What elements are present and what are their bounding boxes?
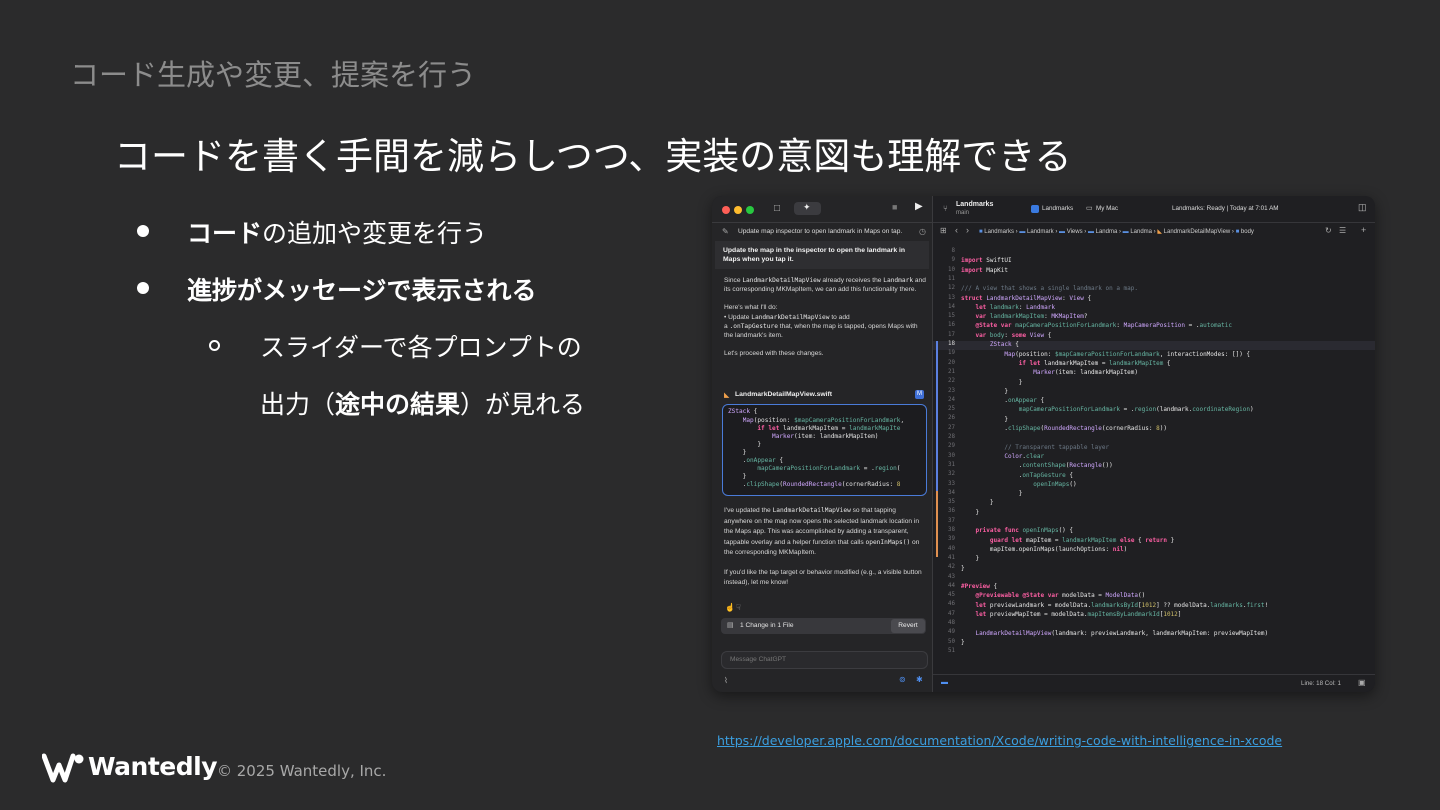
documentation-link[interactable]: https://developer.apple.com/documentatio… [717,733,1282,748]
response-paragraph: Since LandmarkDetailMapView already rece… [724,277,926,294]
changed-file-name[interactable]: LandmarkDetailMapView.swift [735,391,832,398]
back-icon[interactable]: ‹ [955,225,958,235]
changes-bar[interactable]: ▤ 1 Change in 1 File Revert [721,618,926,634]
code-snippet[interactable]: ZStack { Map(position: $mapCameraPositio… [722,404,927,496]
response-paragraph: Here's what I'll do: • Update LandmarkDet… [724,304,918,340]
build-status: Landmarks: Ready | Today at 7:01 AM [1172,205,1279,212]
refresh-icon[interactable]: ↻ [1325,226,1332,235]
assistant-response: Since LandmarkDetailMapView already rece… [724,276,926,367]
section-title: コード生成や変更、提案を行う [70,58,477,92]
message-input[interactable]: Message ChatGPT [721,651,928,669]
copyright: © 2025 Wantedly, Inc. [217,762,387,780]
history-icon[interactable]: ◷ [919,227,926,236]
attach-icon[interactable]: ⌇ [724,676,728,685]
destination-name[interactable]: My Mac [1096,205,1118,212]
branch-name: main [956,210,970,216]
revert-button[interactable]: Revert [891,619,925,633]
modified-badge: M [915,390,924,399]
sub-bullet-line-2: 出力（途中の結果）が見れる [260,390,586,419]
sub-bullet-circle [209,340,220,351]
branch-icon: ⑂ [943,204,948,213]
cursor-position: Line: 18 Col: 1 [1301,680,1341,687]
response-paragraph: Let's proceed with these changes. [724,350,824,358]
editor-panel: ⑂ Landmarks main Landmarks ▭ My Mac Land… [933,196,1375,692]
sub-bullet-line-1: スライダーで各プロンプトの [260,333,582,362]
binoculars-icon[interactable]: ⊚ [899,675,906,684]
swift-file-icon: ◣ [724,392,730,399]
thumbs-down-icon[interactable]: ☟ [736,603,741,612]
debug-area-icon[interactable]: ▬ [941,679,948,686]
bullet-dot [137,282,149,294]
bullet-1: コードの追加や変更を行う [187,219,488,248]
lines-icon[interactable]: ☰ [1339,226,1346,235]
user-prompt: Update the map in the inspector to open … [715,241,929,269]
mac-icon: ▭ [1086,205,1093,212]
sparkle-button[interactable]: ✦ [794,202,821,215]
grid-icon[interactable]: ⊞ [940,226,947,235]
changes-count: 1 Change in 1 File [740,622,794,629]
project-name[interactable]: Landmarks [956,201,993,208]
changes-icon: ▤ [727,622,734,629]
wantedly-logo-icon [42,753,84,783]
code-editor[interactable]: 8 9 import SwiftUI 10 import MapKit 11 12/… [933,248,1375,668]
forward-icon[interactable]: › [966,225,969,235]
scheme-icon [1031,205,1039,213]
settings-icon[interactable]: ✱ [916,675,923,684]
bullet-2: 進捗がメッセージで表示される [187,276,537,305]
divider [933,222,1375,223]
stop-icon[interactable]: ■ [892,202,897,212]
minimize-window-button[interactable] [734,206,742,214]
panel-toggle-icon[interactable]: ▣ [1358,678,1366,687]
response-summary: I've updated the LandmarkDetailMapView s… [724,507,922,586]
divider [712,222,932,223]
slide-headline: コードを書く手間を減らしつつ、実装の意図も理解できる [114,135,1072,178]
wantedly-wordmark: Wantedly [88,752,218,781]
run-icon[interactable]: ▶ [915,201,923,212]
conversation-title[interactable]: Update map inspector to open landmark in… [738,228,902,235]
add-icon[interactable]: + [1361,225,1366,235]
inspector-toggle-icon[interactable]: ◫ [1358,202,1367,213]
compose-icon[interactable]: ✎ [722,227,729,236]
breadcrumb[interactable]: ■ Landmarks › ▬ Landmark › ▬ Views › ▬ L… [979,228,1254,235]
bullet-dot [137,225,149,237]
zoom-window-button[interactable] [746,206,754,214]
prompt-text: Update the map in the inspector to open … [723,247,906,263]
close-window-button[interactable] [722,206,730,214]
sparkle-icon: ✦ [803,202,811,212]
thumbs-up-icon[interactable]: ☝ [725,603,735,612]
document-icon[interactable]: □ [774,203,780,214]
divider [933,674,1375,675]
message-placeholder: Message ChatGPT [730,656,787,663]
chat-panel: □ ✦ ■ ▶ ✎ Update map inspector to open l… [712,196,933,692]
xcode-screenshot: □ ✦ ■ ▶ ✎ Update map inspector to open l… [712,196,1375,692]
scheme-name[interactable]: Landmarks [1042,205,1073,212]
